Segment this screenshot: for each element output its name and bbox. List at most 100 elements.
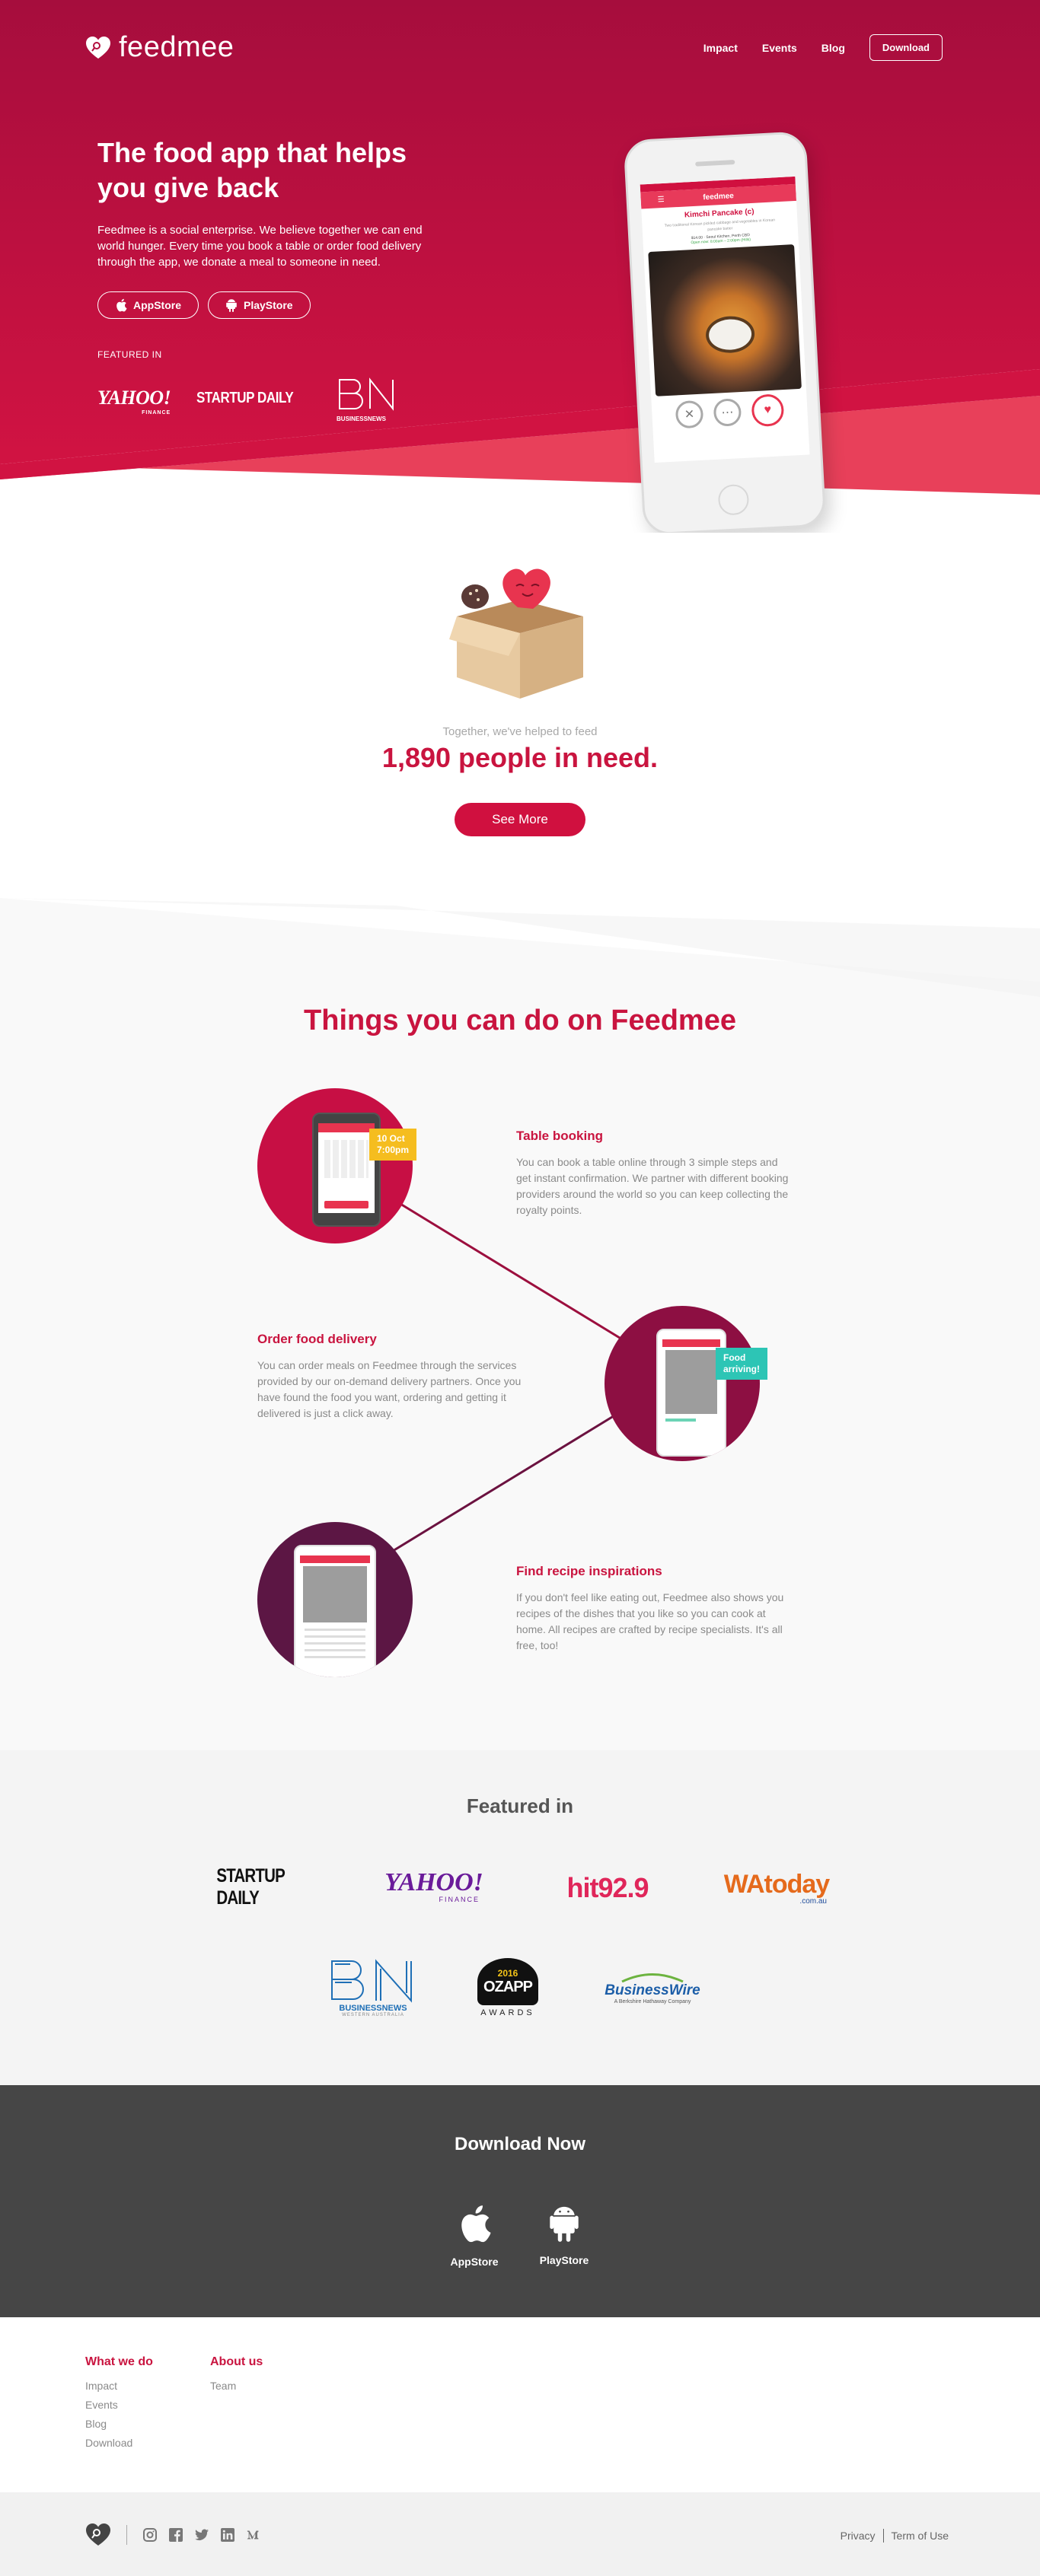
privacy-link[interactable]: Privacy xyxy=(841,2530,876,2542)
more-icon: ⋯ xyxy=(713,398,742,427)
ozapp-sub-text: AWARDS xyxy=(480,2008,535,2017)
footer-col-title: What we do xyxy=(85,2355,153,2368)
phone-home-button xyxy=(717,483,750,516)
nav-links: Impact Events Blog Download xyxy=(703,34,943,61)
footer-link-blog[interactable]: Blog xyxy=(85,2418,153,2430)
booking-header xyxy=(318,1123,375,1132)
phone-speaker xyxy=(695,160,735,167)
hero-title: The food app that helps you give back xyxy=(97,137,407,203)
nav-link-blog[interactable]: Blog xyxy=(821,42,845,54)
footer-col-about-us: About us Team xyxy=(210,2355,263,2399)
yahoo-finance-logo: YAHOO! FINANCE xyxy=(97,387,171,416)
heart-logo-icon[interactable] xyxy=(85,2523,111,2547)
hero-featured-logos: YAHOO! FINANCE STARTUP DAILY BUSINESSNEW… xyxy=(97,377,425,422)
footer-link-events[interactable]: Events xyxy=(85,2399,153,2411)
footer-col-what-we-do: What we do Impact Events Blog Download xyxy=(85,2355,153,2456)
store-buttons: AppStore PlayStore xyxy=(97,291,425,319)
delivery-progress xyxy=(665,1419,696,1422)
bn-mark xyxy=(331,1959,412,2003)
download-appstore-label: AppStore xyxy=(450,2256,499,2268)
footer-legal-separator xyxy=(882,2529,884,2543)
see-more-button[interactable]: See More xyxy=(455,803,585,836)
linkedin-icon[interactable] xyxy=(220,2527,235,2543)
phone-food-photo xyxy=(648,244,802,396)
playstore-button[interactable]: PlayStore xyxy=(208,291,311,319)
table-booking-desc: You can book a table online through 3 si… xyxy=(516,1156,789,1216)
yahoo-text: YAHOO! xyxy=(97,387,171,409)
hero-description: Feedmee is a social enterprise. We belie… xyxy=(97,224,423,269)
footer-bar: Privacy Term of Use xyxy=(0,2492,1040,2576)
instagram-icon[interactable] xyxy=(142,2527,158,2543)
table-booking-screen xyxy=(318,1123,375,1213)
business-wire-logo[interactable]: BusinessWire A Berkshire Hathaway Compan… xyxy=(595,1965,710,2011)
brand-logo[interactable]: feedmee xyxy=(85,31,234,64)
footer-link-download[interactable]: Download xyxy=(85,2437,153,2449)
phone-action-buttons: ✕ ⋯ ♥ xyxy=(652,393,809,432)
download-appstore-button[interactable]: AppStore xyxy=(440,2203,509,2268)
download-playstore-button[interactable]: PlayStore xyxy=(530,2203,598,2266)
phone-screen: ☰ feedmee Kimchi Pancake (c) Two traditi… xyxy=(640,176,810,463)
hero-section: feedmee Impact Events Blog Download The … xyxy=(0,0,1040,533)
business-news-logo: BUSINESSNEWS xyxy=(337,377,397,422)
recipe-desc: If you don't feel like eating out, Feedm… xyxy=(516,1591,784,1651)
yahoo-finance-logo[interactable]: YAHOO! FINANCE xyxy=(373,1868,495,1905)
recipe-header xyxy=(300,1555,370,1563)
startup-daily-text: STARTUP DAILY xyxy=(216,1865,285,1909)
download-playstore-label: PlayStore xyxy=(539,2254,589,2266)
appstore-label: AppStore xyxy=(133,299,181,311)
android-icon xyxy=(226,299,237,312)
recipe-screen xyxy=(300,1555,370,1676)
table-booking-illustration xyxy=(257,1088,413,1243)
features-title: Things you can do on Feedmee xyxy=(304,1005,736,1036)
features-section: Things you can do on Feedmee 10 Oct 7:00… xyxy=(0,898,1040,1750)
footer-links: What we do Impact Events Blog Download A… xyxy=(0,2317,1040,2492)
watoday-logo[interactable]: WAtoday .com.au xyxy=(716,1868,837,1908)
food-delivery-desc: You can order meals on Feedmee through t… xyxy=(257,1359,522,1419)
download-section: Download Now AppStore PlayStore xyxy=(0,2085,1040,2317)
footer-link-team[interactable]: Team xyxy=(210,2380,263,2392)
featured-in-title: Featured in xyxy=(466,1794,574,1817)
playstore-label: PlayStore xyxy=(244,299,293,311)
impact-section: Together, we've helped to feed 1,890 peo… xyxy=(0,533,1040,898)
ozapp-year: 2016 xyxy=(497,1967,518,1979)
business-wire-arc xyxy=(621,1973,684,1982)
apple-icon xyxy=(116,298,127,312)
footer-col-title: About us xyxy=(210,2355,263,2368)
twitter-icon[interactable] xyxy=(194,2527,209,2543)
food-delivery-title: Order food delivery xyxy=(257,1332,377,1346)
android-icon xyxy=(550,2206,579,2242)
download-title: Download Now xyxy=(455,2134,585,2154)
food-arriving-tag: Food arriving! xyxy=(716,1348,768,1380)
hit929-logo[interactable]: hit92.9 xyxy=(547,1868,668,1908)
calendar-grid-icon xyxy=(324,1140,368,1178)
recipe-title: Find recipe inspirations xyxy=(516,1564,662,1578)
startup-daily-logo[interactable]: STARTUP DAILY xyxy=(206,1865,327,1909)
bn-sub-text: BUSINESSNEWS xyxy=(339,2004,407,2013)
recipe-text-lines xyxy=(305,1629,365,1659)
facebook-icon[interactable] xyxy=(168,2527,183,2543)
phone-mockup: ☰ feedmee Kimchi Pancake (c) Two traditi… xyxy=(623,131,827,533)
medium-icon[interactable] xyxy=(246,2527,261,2543)
business-wire-text: BusinessWire xyxy=(605,1982,700,1998)
startup-daily-logo: STARTUP DAILY xyxy=(196,389,294,406)
top-nav: feedmee Impact Events Blog Download xyxy=(0,0,1040,95)
heart-box-illustration xyxy=(449,568,583,699)
table-booking-title: Table booking xyxy=(516,1129,603,1143)
yahoo-text: YAHOO! xyxy=(384,1868,483,1896)
ozapp-awards-logo[interactable]: 2016 OZAPP AWARDS xyxy=(466,1950,550,2026)
recipe-photo-placeholder xyxy=(303,1566,367,1622)
appstore-button[interactable]: AppStore xyxy=(97,291,199,319)
heart-logo-icon xyxy=(86,36,110,59)
dismiss-icon: ✕ xyxy=(675,400,704,429)
heart-icon: ♥ xyxy=(751,393,785,428)
watoday-sub-text: .com.au xyxy=(799,1896,827,1906)
booking-time-tag: 10 Oct 7:00pm xyxy=(369,1129,417,1161)
nav-download-button[interactable]: Download xyxy=(869,34,943,61)
nav-link-events[interactable]: Events xyxy=(762,42,797,54)
footer-link-impact[interactable]: Impact xyxy=(85,2380,153,2392)
terms-link[interactable]: Term of Use xyxy=(892,2530,949,2542)
footer-divider xyxy=(126,2525,127,2545)
business-news-logo[interactable]: BUSINESSNEWS WESTERN AUSTRALIA xyxy=(327,1950,419,2026)
brand-name: feedmee xyxy=(119,31,234,63)
nav-link-impact[interactable]: Impact xyxy=(703,42,738,54)
